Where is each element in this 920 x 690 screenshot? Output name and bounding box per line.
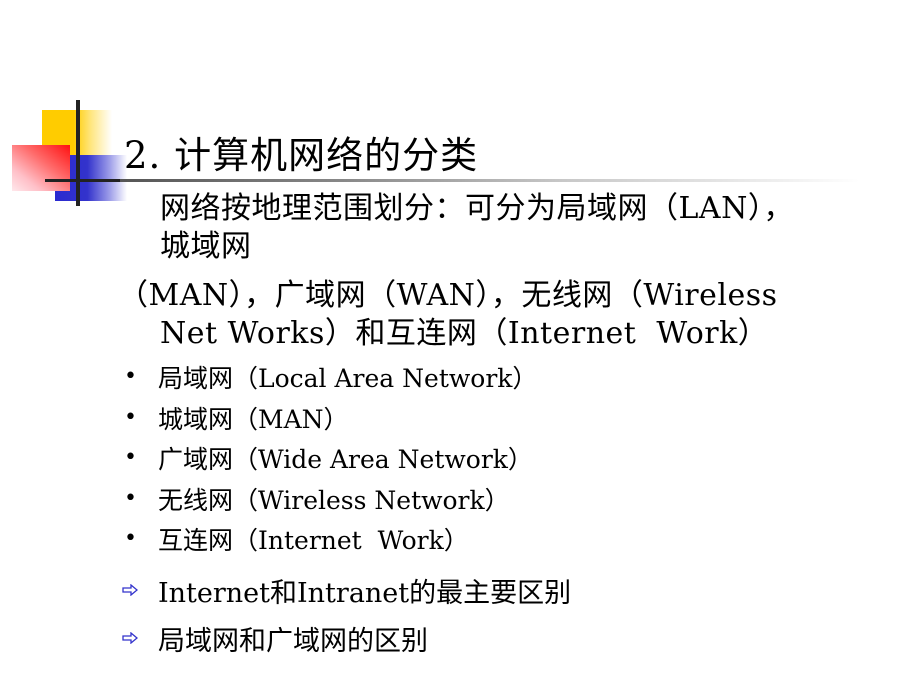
bullet-item-wan: • 广域网（Wide Area Network）: [122, 438, 537, 479]
decorative-logo: [0, 0, 140, 220]
bullet-dot-icon: •: [124, 485, 137, 511]
bullet-dot-icon: •: [124, 364, 137, 390]
paragraph-line-1: 网络按地理范围划分：可分为局域网（LAN），: [160, 191, 794, 226]
outline-right-arrow-icon: [122, 584, 158, 596]
paragraph-line-4: Net Works）和互连网（Internet Work）: [160, 316, 769, 351]
bullet-item-lan: • 局域网（Local Area Network）: [122, 357, 537, 398]
bullet-text: 无线网（Wireless Network）: [158, 485, 510, 515]
arrow-item-internet-vs-intranet: Internet和Intranet的最主要区别: [122, 566, 571, 614]
bullet-text: 局域网（Local Area Network）: [158, 364, 538, 394]
arrow-item-text: 局域网和广域网的区别: [158, 625, 428, 657]
title-underline: [120, 179, 860, 182]
bullet-item-man: • 城域网（MAN）: [122, 398, 537, 439]
logo-horizontal-line: [45, 179, 125, 182]
paragraph-line-2: 城域网: [160, 229, 252, 264]
arrow-item-lan-vs-wan: 局域网和广域网的区别: [122, 614, 571, 662]
bullet-item-wireless: • 无线网（Wireless Network）: [122, 479, 537, 520]
paragraph-line-3: （MAN），广域网（WAN），无线网（Wireless: [118, 278, 778, 313]
arrow-list: Internet和Intranet的最主要区别 局域网和广域网的区别: [122, 566, 571, 662]
bullet-text: 城域网（MAN）: [158, 404, 349, 434]
bullet-dot-icon: •: [124, 445, 137, 471]
bullet-dot-icon: •: [124, 404, 137, 430]
bullet-list: • 局域网（Local Area Network） • 城域网（MAN） • 广…: [122, 357, 537, 560]
bullet-item-internet: • 互连网（Internet Work）: [122, 519, 537, 560]
bullet-dot-icon: •: [124, 526, 137, 552]
bullet-text: 互连网（Internet Work）: [158, 526, 469, 556]
slide: 2. 计算机网络的分类 网络按地理范围划分：可分为局域网（LAN）， 城域网 （…: [0, 0, 920, 690]
arrow-item-text: Internet和Intranet的最主要区别: [158, 577, 572, 609]
slide-title: 2. 计算机网络的分类: [124, 134, 479, 177]
bullet-text: 广域网（Wide Area Network）: [158, 445, 533, 475]
outline-right-arrow-icon: [122, 632, 158, 644]
logo-red-square: [12, 145, 70, 191]
logo-vertical-line: [76, 100, 80, 206]
